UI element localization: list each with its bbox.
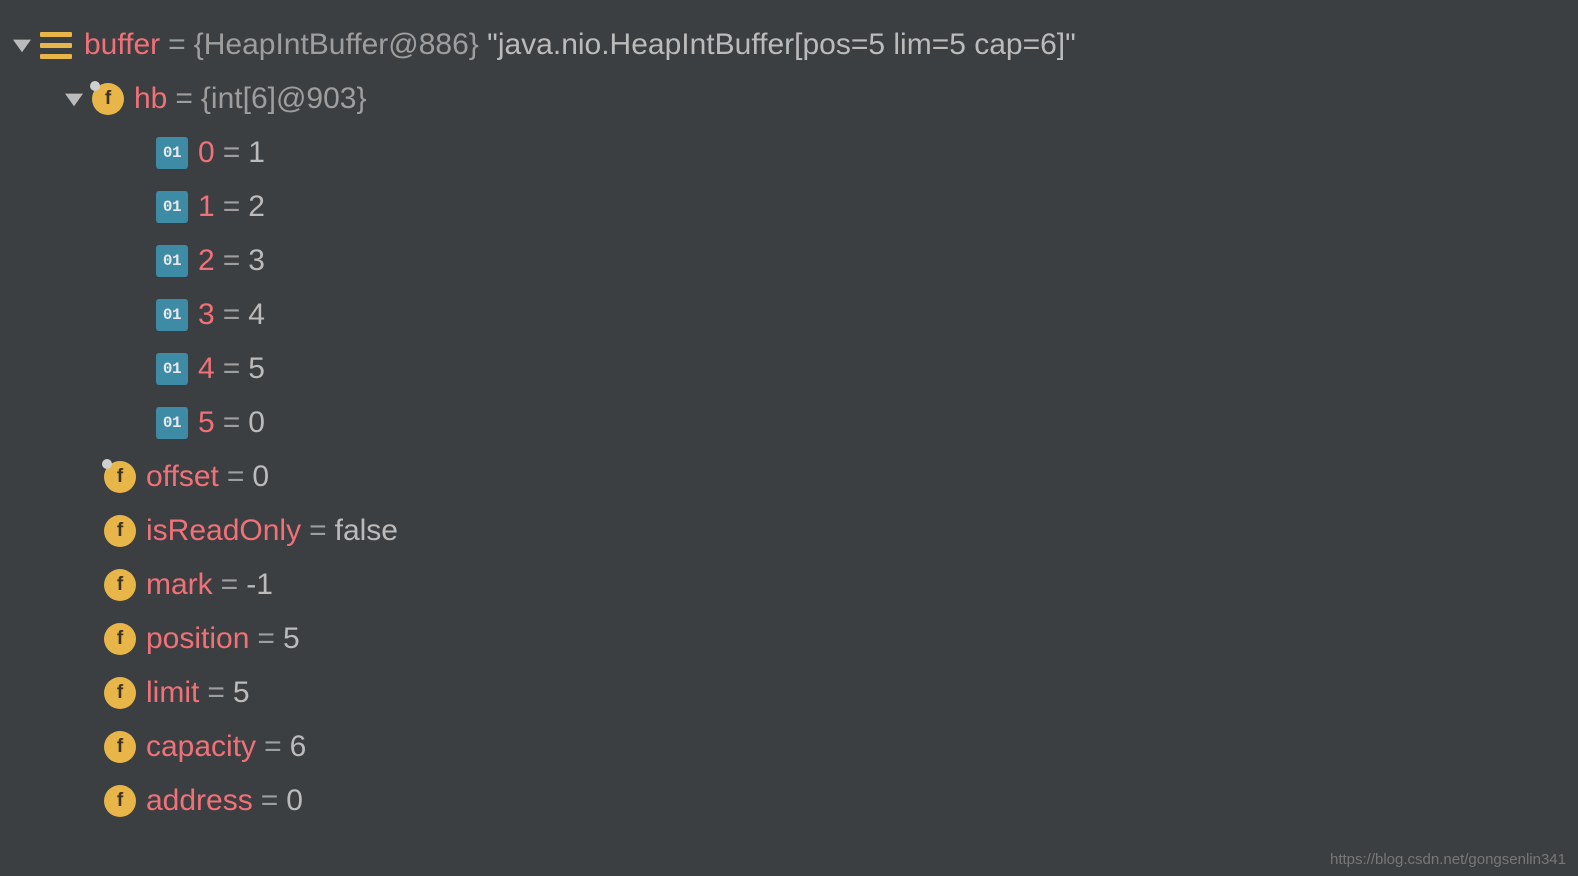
field-icon: f <box>92 83 124 115</box>
variable-name: hb <box>134 82 167 116</box>
array-index: 3 <box>198 298 215 332</box>
variable-value: false <box>335 514 398 548</box>
variable-name: address <box>146 784 253 818</box>
array-value: 4 <box>248 298 265 332</box>
tree-row-limit[interactable]: f limit = 5 <box>0 666 1578 720</box>
array-index: 1 <box>198 190 215 224</box>
int-icon: 01 <box>156 353 188 385</box>
equals-sign: = <box>223 244 241 278</box>
field-icon: f <box>104 623 136 655</box>
equals-sign: = <box>168 28 186 62</box>
int-icon: 01 <box>156 299 188 331</box>
watermark-text: https://blog.csdn.net/gongsenlin341 <box>1330 851 1566 868</box>
field-icon: f <box>104 785 136 817</box>
variable-name: position <box>146 622 249 656</box>
array-value: 3 <box>248 244 265 278</box>
array-value: 1 <box>248 136 265 170</box>
equals-sign: = <box>207 676 225 710</box>
equals-sign: = <box>261 784 279 818</box>
tree-row-position[interactable]: f position = 5 <box>0 612 1578 666</box>
array-index: 4 <box>198 352 215 386</box>
variable-value: 0 <box>286 784 303 818</box>
variable-name: capacity <box>146 730 256 764</box>
equals-sign: = <box>227 460 245 494</box>
field-icon: f <box>104 569 136 601</box>
variable-value: -1 <box>246 568 273 602</box>
variable-value: 0 <box>252 460 269 494</box>
equals-sign: = <box>223 352 241 386</box>
array-value: 5 <box>248 352 265 386</box>
field-icon: f <box>104 731 136 763</box>
tree-row-array-item[interactable]: 01 3 = 4 <box>0 288 1578 342</box>
equals-sign: = <box>223 136 241 170</box>
int-icon: 01 <box>156 407 188 439</box>
variable-value: 5 <box>283 622 300 656</box>
type-reference: {int[6]@903} <box>201 82 367 116</box>
variable-name: limit <box>146 676 199 710</box>
equals-sign: = <box>175 82 193 116</box>
tree-row-array-item[interactable]: 01 5 = 0 <box>0 396 1578 450</box>
expand-arrow-icon[interactable] <box>10 33 34 57</box>
tree-row-array-item[interactable]: 01 0 = 1 <box>0 126 1578 180</box>
equals-sign: = <box>264 730 282 764</box>
variable-value: 5 <box>233 676 250 710</box>
tree-row-capacity[interactable]: f capacity = 6 <box>0 720 1578 774</box>
variable-name: buffer <box>84 28 160 62</box>
equals-sign: = <box>223 298 241 332</box>
equals-sign: = <box>309 514 327 548</box>
type-reference: {HeapIntBuffer@886} <box>194 28 479 62</box>
int-icon: 01 <box>156 191 188 223</box>
variable-name: mark <box>146 568 213 602</box>
tree-row-hb[interactable]: f hb = {int[6]@903} <box>0 72 1578 126</box>
tree-row-offset[interactable]: f offset = 0 <box>0 450 1578 504</box>
tree-row-address[interactable]: f address = 0 <box>0 774 1578 828</box>
object-icon <box>40 29 72 61</box>
int-icon: 01 <box>156 245 188 277</box>
variable-value: 6 <box>290 730 307 764</box>
equals-sign: = <box>223 406 241 440</box>
tree-row-array-item[interactable]: 01 2 = 3 <box>0 234 1578 288</box>
array-value: 0 <box>248 406 265 440</box>
int-icon: 01 <box>156 137 188 169</box>
field-icon: f <box>104 515 136 547</box>
field-icon: f <box>104 677 136 709</box>
tostring-value: "java.nio.HeapIntBuffer[pos=5 lim=5 cap=… <box>487 28 1076 62</box>
equals-sign: = <box>257 622 275 656</box>
variable-name: offset <box>146 460 219 494</box>
debugger-variables-tree: buffer = {HeapIntBuffer@886} "java.nio.H… <box>0 0 1578 828</box>
equals-sign: = <box>221 568 239 602</box>
array-value: 2 <box>248 190 265 224</box>
tree-row-array-item[interactable]: 01 1 = 2 <box>0 180 1578 234</box>
tree-row-isreadonly[interactable]: f isReadOnly = false <box>0 504 1578 558</box>
equals-sign: = <box>223 190 241 224</box>
tree-row-mark[interactable]: f mark = -1 <box>0 558 1578 612</box>
tree-row-buffer[interactable]: buffer = {HeapIntBuffer@886} "java.nio.H… <box>0 18 1578 72</box>
array-index: 0 <box>198 136 215 170</box>
expand-arrow-icon[interactable] <box>62 87 86 111</box>
tree-row-array-item[interactable]: 01 4 = 5 <box>0 342 1578 396</box>
variable-name: isReadOnly <box>146 514 301 548</box>
array-index: 5 <box>198 406 215 440</box>
array-index: 2 <box>198 244 215 278</box>
field-icon: f <box>104 461 136 493</box>
